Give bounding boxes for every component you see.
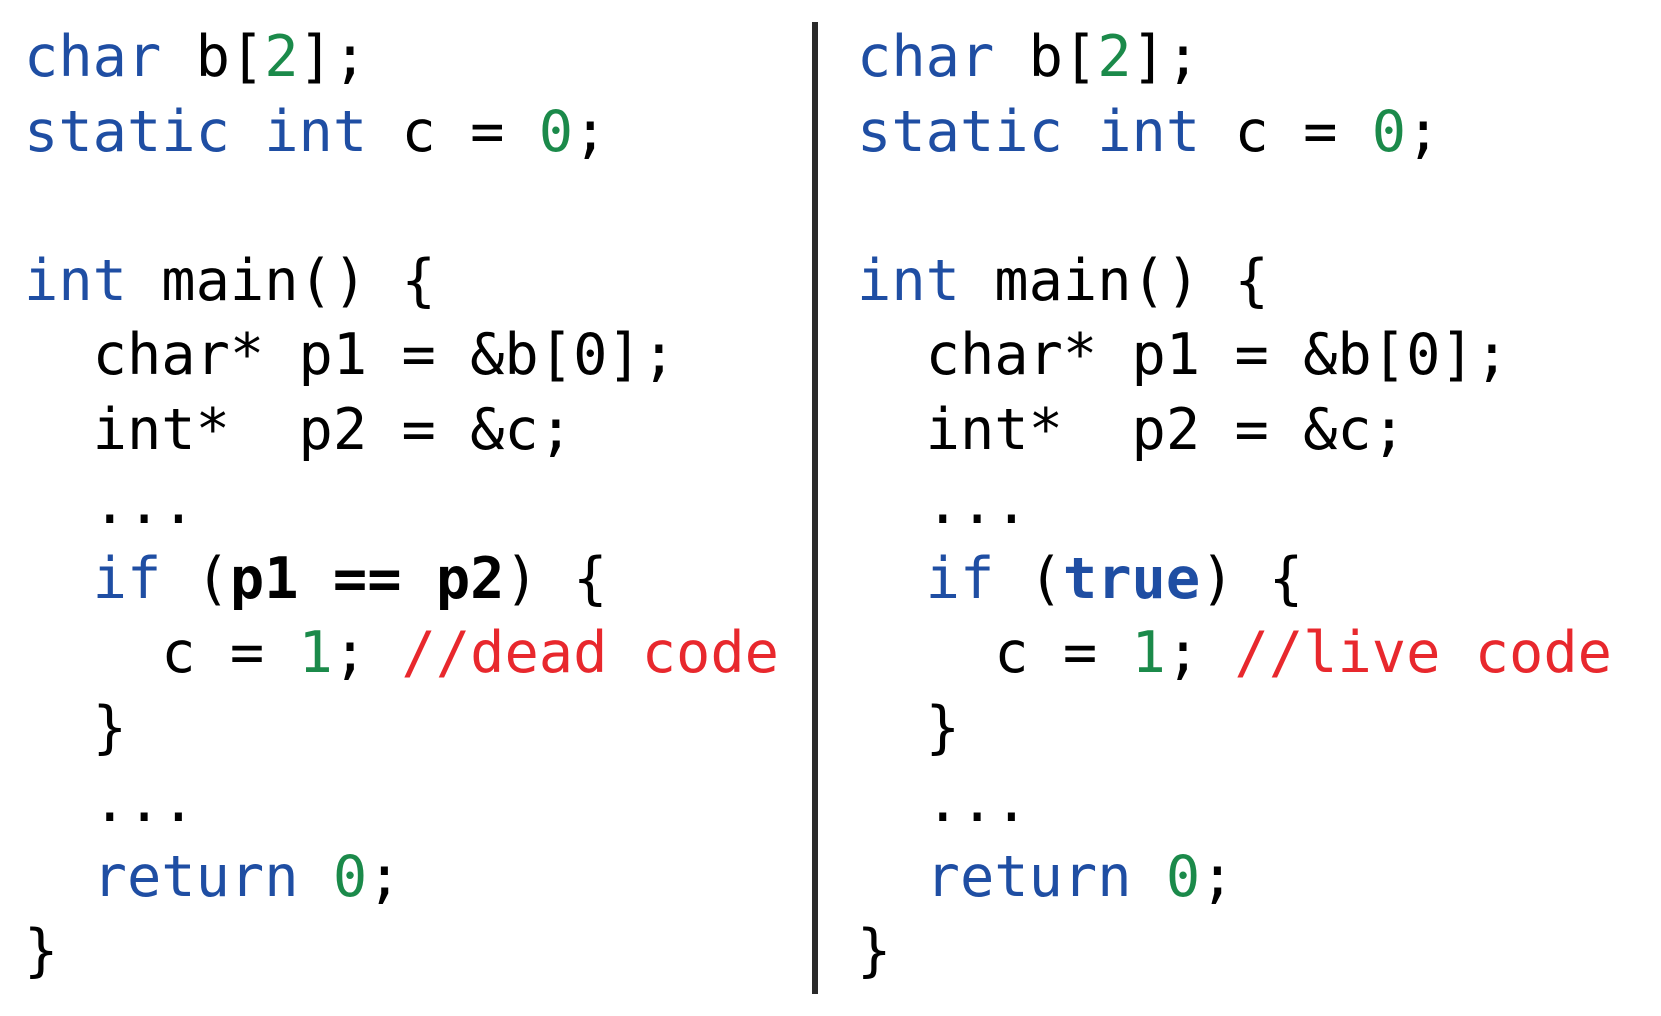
code-token-txt: ; <box>1200 843 1235 910</box>
code-line: char b[2]; <box>857 20 1657 95</box>
code-token-txt: ; <box>1406 98 1441 165</box>
code-token-txt: ]; <box>1131 24 1201 90</box>
code-token-txt: ]; <box>298 24 368 90</box>
code-token-txt: } <box>24 694 127 761</box>
code-line: } <box>24 691 824 766</box>
code-token-num: 2 <box>264 24 299 90</box>
code-token-kw: char <box>24 24 162 90</box>
code-token-kw: return <box>925 843 1132 910</box>
code-token-kw: int <box>264 98 368 165</box>
code-token-txt: ... <box>857 471 1029 537</box>
code-token-txt: ; <box>367 843 402 910</box>
code-token-txt: c = <box>367 98 539 165</box>
code-token-txt: ( <box>161 545 230 612</box>
code-token-txt: char* p1 = &b[0]; <box>857 322 1510 388</box>
code-token-txt: c = <box>857 620 1132 686</box>
code-token-num: 0 <box>332 843 368 910</box>
code-token-txt: main() { <box>126 247 436 314</box>
code-line: char* p1 = &b[0]; <box>857 318 1657 393</box>
code-panel-right: char b[2]; static int c = 0; int main() {… <box>857 20 1657 989</box>
code-token-cmt: //live code <box>1234 620 1613 686</box>
code-line: ... <box>24 467 824 542</box>
code-line: if (true) { <box>857 542 1657 617</box>
code-token-num: 1 <box>298 620 333 686</box>
code-token-kw: int <box>24 247 127 314</box>
code-line: c = 1; //dead code <box>24 616 824 691</box>
code-token-kw: static <box>24 98 230 165</box>
code-token-txt: ... <box>24 769 196 835</box>
code-token-txt: char* p1 = &b[0]; <box>24 322 677 388</box>
code-line: static int c = 0; <box>24 95 824 170</box>
code-token-txt: ( <box>994 545 1063 612</box>
code-token-txt: ; <box>573 98 608 165</box>
code-token-txt: int* p2 = &c; <box>24 396 574 463</box>
code-token-kw: char <box>857 24 995 90</box>
code-line: int* p2 = &c; <box>857 393 1657 468</box>
code-token-txt: c = <box>1200 98 1372 165</box>
code-line: } <box>857 691 1657 766</box>
code-line: char* p1 = &b[0]; <box>24 318 824 393</box>
code-token-num: 2 <box>1097 24 1132 90</box>
code-token-num: 0 <box>1165 843 1201 910</box>
code-token-txt: b[ <box>161 24 265 90</box>
code-token-txt: b[ <box>994 24 1098 90</box>
code-token-txt: int* p2 = &c; <box>857 396 1407 463</box>
code-token-txt: c = <box>24 620 299 686</box>
code-token-txt: } <box>857 918 892 984</box>
code-token-txt: p1 == p2 <box>229 545 505 612</box>
panel-divider <box>812 22 818 994</box>
code-token-txt: ) { <box>504 545 608 612</box>
code-token-num: 1 <box>1131 620 1166 686</box>
code-line: if (p1 == p2) { <box>24 542 824 617</box>
code-line: int main() { <box>24 244 824 319</box>
code-token-txt: ; <box>332 620 402 686</box>
code-line: int* p2 = &c; <box>24 393 824 468</box>
code-panel-left: char b[2]; static int c = 0; int main() {… <box>24 20 824 989</box>
code-line: ... <box>24 765 824 840</box>
code-line: } <box>24 914 824 989</box>
code-token-txt: ... <box>24 471 196 537</box>
code-token-kw: int <box>857 247 960 314</box>
code-line: } <box>857 914 1657 989</box>
code-line: c = 1; //live code <box>857 616 1657 691</box>
code-token-txt: ) { <box>1200 545 1304 612</box>
code-token-num: 0 <box>538 98 574 165</box>
code-line: return 0; <box>24 840 824 915</box>
code-token-kw: static <box>857 98 1063 165</box>
code-token-num: 0 <box>1371 98 1407 165</box>
code-line: return 0; <box>857 840 1657 915</box>
code-line: char b[2]; <box>24 20 824 95</box>
code-token-kw: return <box>92 843 299 910</box>
code-token-txt: } <box>24 918 59 984</box>
code-line: ... <box>857 467 1657 542</box>
code-token-txt: } <box>857 694 960 761</box>
code-line: int main() { <box>857 244 1657 319</box>
code-token-txt: ... <box>857 769 1029 835</box>
code-line: static int c = 0; <box>857 95 1657 170</box>
code-token-txt: ; <box>1165 620 1235 686</box>
code-token-kw: if <box>92 545 162 612</box>
code-token-kw: if <box>925 545 995 612</box>
code-token-txt: main() { <box>959 247 1269 314</box>
code-token-kw: true <box>1062 545 1201 612</box>
code-line: ... <box>857 765 1657 840</box>
code-token-kw: int <box>1097 98 1201 165</box>
code-token-cmt: //dead code <box>401 620 780 686</box>
